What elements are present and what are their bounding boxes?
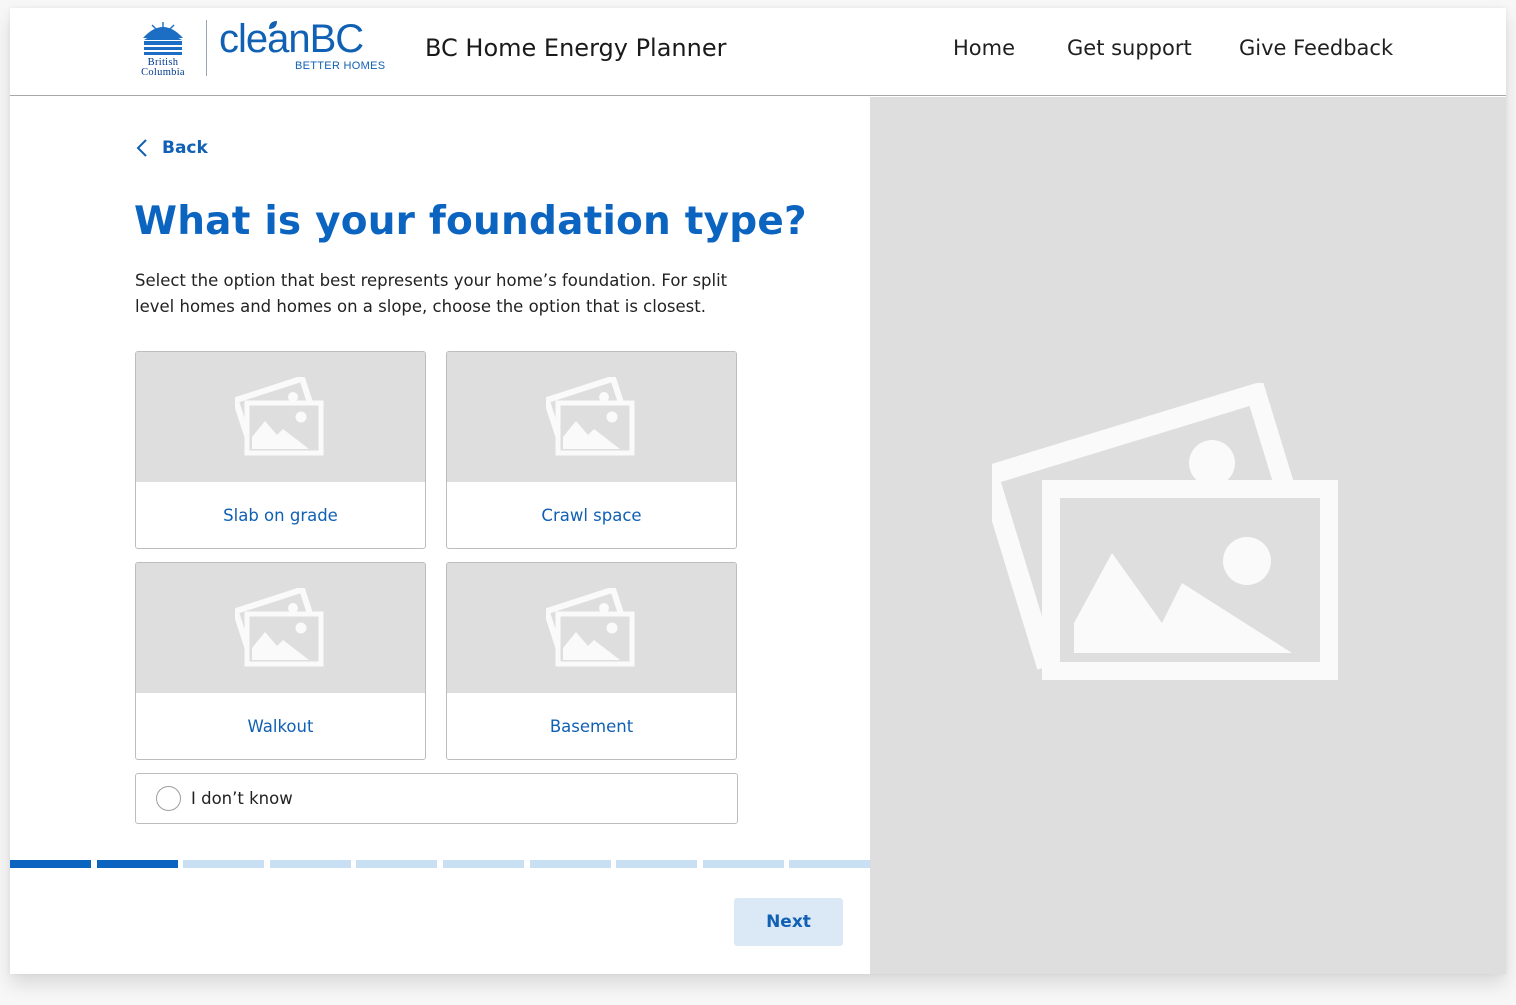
option-card-crawl-space[interactable]: Crawl space — [446, 351, 737, 549]
progress-segment-incomplete — [529, 860, 611, 868]
illustration-panel — [870, 97, 1506, 974]
image-placeholder-icon — [545, 588, 634, 667]
question-description: Select the option that best represents y… — [135, 271, 728, 316]
option-card-slab-on-grade[interactable]: Slab on grade — [135, 351, 426, 549]
option-label: Walkout — [247, 716, 314, 736]
dont-know-option[interactable]: I don’t know — [135, 773, 738, 824]
option-image — [447, 563, 736, 693]
next-button[interactable]: Next — [734, 898, 843, 946]
logo-divider — [206, 20, 207, 76]
progress-segment-incomplete — [789, 860, 870, 868]
progress-segment-complete — [96, 860, 178, 868]
bc-sun-mountain-icon — [143, 22, 183, 55]
option-image — [136, 352, 425, 482]
image-placeholder-icon — [234, 377, 323, 456]
progress-bar — [10, 860, 870, 868]
app-window: British Columbia cleanBC BETTER HOMES BC… — [10, 8, 1506, 974]
back-link[interactable]: Back — [136, 138, 208, 158]
cleanbc-wordmark[interactable]: cleanBC — [219, 14, 364, 64]
question-heading: What is your foundation type? — [134, 199, 807, 244]
option-card-basement[interactable]: Basement — [446, 562, 737, 760]
progress-segment-incomplete — [443, 860, 524, 868]
leaf-icon — [269, 21, 277, 29]
nav-give-feedback-link[interactable]: Give Feedback — [1239, 32, 1393, 64]
site-header: British Columbia cleanBC BETTER HOMES BC… — [10, 8, 1506, 96]
chevron-left-icon — [136, 139, 147, 157]
bc-logo-text-line2: Columbia — [141, 67, 185, 78]
progress-segment-complete — [10, 860, 91, 868]
option-label: Slab on grade — [223, 505, 338, 525]
option-image — [136, 563, 425, 693]
cleanbc-subtitle: BETTER HOMES — [295, 60, 386, 72]
progress-segment-incomplete — [183, 860, 265, 868]
dont-know-label: I don’t know — [191, 789, 293, 808]
dont-know-radio[interactable] — [156, 786, 181, 811]
nav-home-link[interactable]: Home — [953, 32, 1015, 64]
app-title: BC Home Energy Planner — [425, 34, 727, 62]
progress-segment-incomplete — [616, 860, 698, 868]
back-label: Back — [162, 138, 208, 158]
progress-segment-incomplete — [269, 860, 351, 868]
image-placeholder-icon — [992, 383, 1338, 680]
option-label: Crawl space — [541, 505, 642, 525]
progress-segment-incomplete — [702, 860, 784, 868]
image-placeholder-icon — [545, 377, 634, 456]
option-card-walkout[interactable]: Walkout — [135, 562, 426, 760]
option-image — [447, 352, 736, 482]
nav-get-support-link[interactable]: Get support — [1067, 32, 1192, 64]
option-label: Basement — [549, 716, 634, 736]
progress-segment-incomplete — [356, 860, 438, 868]
bc-government-logo[interactable]: British Columbia — [130, 18, 196, 78]
image-placeholder-icon — [234, 588, 323, 667]
